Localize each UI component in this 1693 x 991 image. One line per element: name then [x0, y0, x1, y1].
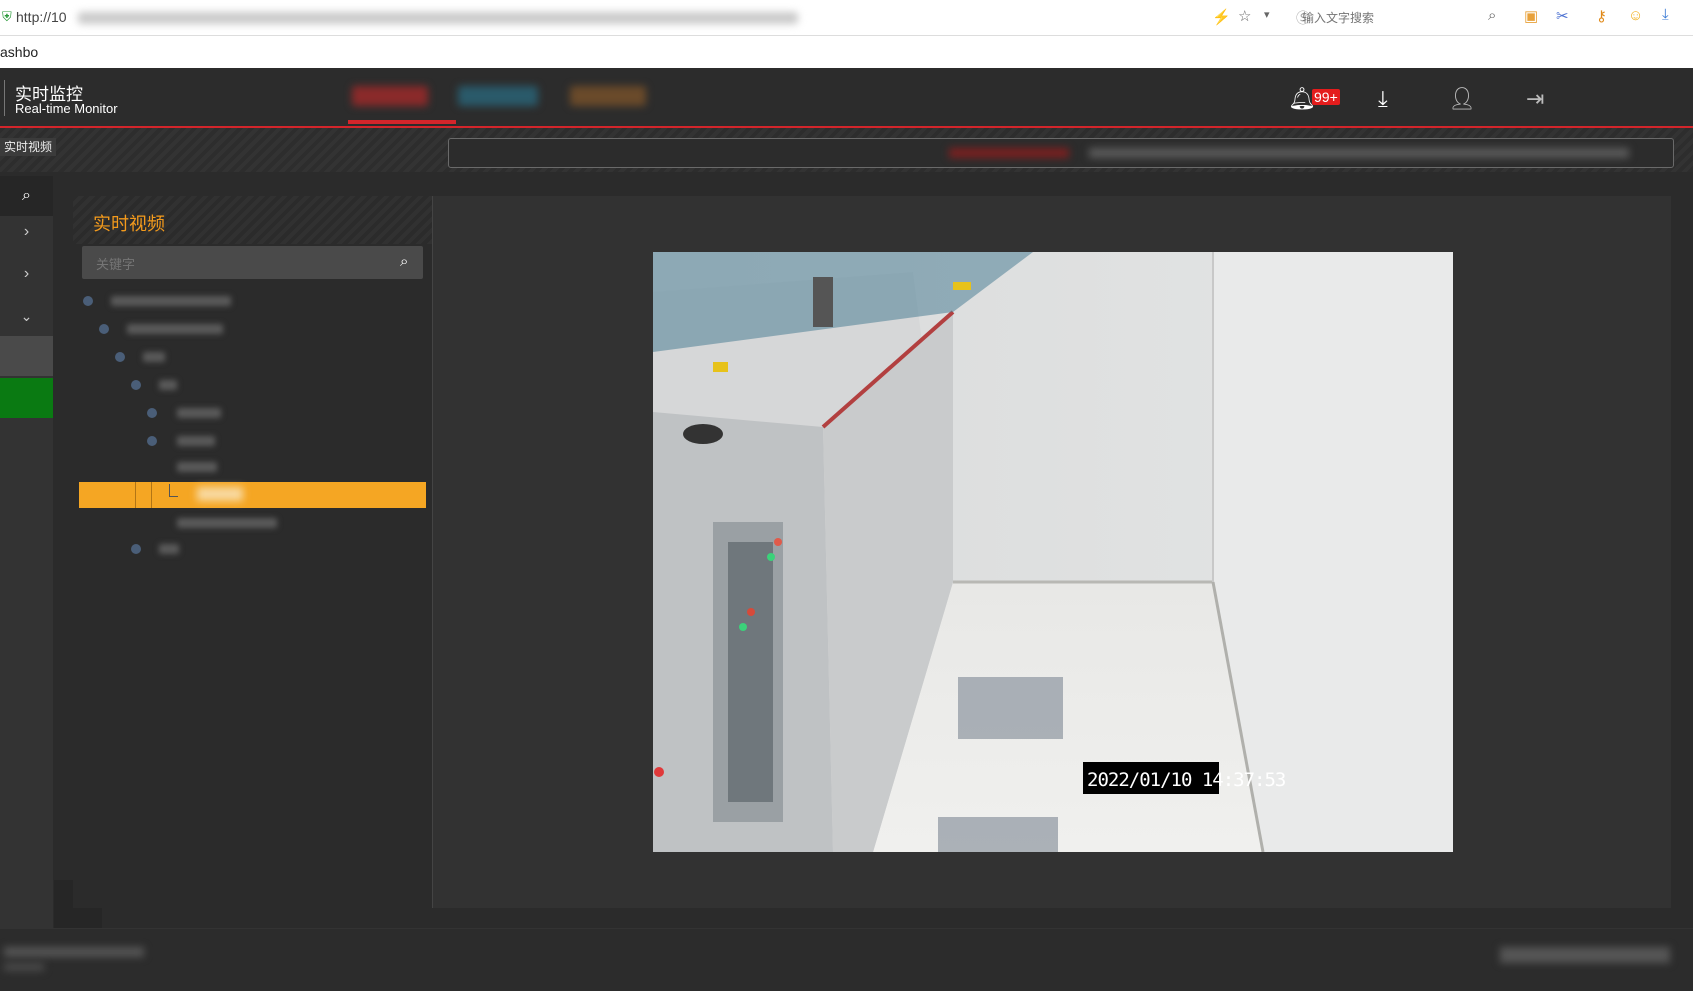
footer: [0, 928, 1693, 991]
tree-title: 实时视频: [93, 214, 165, 234]
bookmark-star-icon[interactable]: ☆: [1238, 7, 1251, 25]
tree-node-label[interactable]: [143, 352, 165, 362]
tree-node-label[interactable]: [159, 380, 177, 390]
tree-node-selected[interactable]: [79, 482, 426, 508]
tree-header: 实时视频: [73, 196, 432, 244]
tree-node-icon[interactable]: [147, 408, 157, 418]
sidebar-expand-chevron-icon[interactable]: ›: [0, 254, 53, 294]
page-subtitle: Real-time Monitor: [15, 101, 118, 116]
nav-tab-2[interactable]: [458, 86, 538, 106]
download-icon[interactable]: ⤓: [1378, 86, 1388, 112]
tree-guide-line: [151, 482, 152, 508]
dropdown-arrow-icon[interactable]: ▾: [1264, 8, 1270, 21]
address-bar-url[interactable]: http://10: [16, 9, 67, 25]
title-divider: [4, 80, 5, 116]
tree-node-label[interactable]: [111, 296, 231, 306]
tree-node-label[interactable]: [177, 462, 217, 472]
sidebar-search-icon[interactable]: ⌕: [0, 176, 53, 216]
tree-node-icon[interactable]: [83, 296, 93, 306]
browser-toolbar: ⛨ http://10 ⚡ ☆ ▾ Ⓢ ⌕ ▣ ✂ ⚷ ☺ ⤓: [0, 0, 1693, 36]
tree-search-box: ⌕: [82, 246, 423, 279]
tree-search-input[interactable]: [94, 254, 378, 274]
tree-node-label[interactable]: [159, 544, 179, 554]
tree-node-icon[interactable]: [147, 436, 157, 446]
url-redacted: [78, 12, 798, 24]
sidebar-expand-chevron-icon[interactable]: ›: [0, 212, 53, 252]
user-icon[interactable]: 👤︎: [1448, 86, 1476, 112]
tree-node-icon[interactable]: [131, 380, 141, 390]
search-icon[interactable]: ⌕: [400, 253, 408, 270]
breadcrumb-label: 实时视频: [0, 138, 57, 156]
browser-search-input[interactable]: [1300, 7, 1514, 29]
sidebar-item-active[interactable]: [0, 378, 53, 418]
bookmarks-bar: ashbo: [0, 36, 1693, 69]
notification-badge: 99+: [1312, 89, 1340, 105]
video-timestamp-text: 2022/01/10 14:37:53: [1087, 769, 1286, 791]
sidebar-item[interactable]: [0, 336, 53, 376]
lightning-icon[interactable]: ⚡: [1212, 8, 1231, 26]
tree-node-label[interactable]: [177, 518, 277, 528]
tree-guide-line: [135, 482, 136, 508]
tree-node-icon[interactable]: [131, 544, 141, 554]
tree-node-label[interactable]: [177, 436, 215, 446]
nav-active-indicator: [348, 120, 456, 124]
nav-tab-3[interactable]: [570, 86, 646, 106]
tree-node-label[interactable]: [127, 324, 223, 334]
tree-node-label[interactable]: [177, 408, 221, 418]
notice-marquee: [448, 138, 1674, 168]
tree-branch-line: [169, 484, 178, 497]
footer-logo-redacted: [1500, 947, 1670, 963]
camera-frame-image: 2022/01/10 14:37:53: [653, 252, 1453, 852]
extension-icon[interactable]: ▣: [1524, 7, 1538, 25]
key-icon[interactable]: ⚷: [1596, 7, 1607, 25]
breadcrumb-bar: 实时视频: [0, 128, 1693, 172]
notice-redacted-2: [1089, 148, 1629, 158]
tree-node-icon[interactable]: [115, 352, 125, 362]
sidebar-collapse-chevron-icon[interactable]: ⌄: [0, 296, 53, 336]
tree-node-icon[interactable]: [99, 324, 109, 334]
live-video-feed[interactable]: 2022/01/10 14:37:53: [653, 252, 1453, 852]
tree-node-label: [197, 487, 243, 501]
nav-tab-1[interactable]: [352, 86, 428, 106]
device-tree-panel: 实时视频 ⌕: [73, 196, 432, 908]
left-sidebar: ⌕ › › ⌄: [0, 176, 53, 928]
bookmark-item[interactable]: ashbo: [0, 44, 38, 60]
smiley-icon[interactable]: ☺: [1628, 7, 1643, 24]
app-header: 实时监控 Real-time Monitor 🔔︎ 99+ ⤓ 👤︎ ⇥: [0, 68, 1693, 128]
logout-icon[interactable]: ⇥: [1526, 86, 1544, 112]
notice-redacted-1: [949, 148, 1069, 158]
scissors-icon[interactable]: ✂: [1556, 7, 1569, 25]
footer-text-redacted: [4, 947, 144, 957]
footer-text-redacted: [4, 963, 44, 971]
download-arrow-icon[interactable]: ⤓: [1662, 6, 1669, 23]
search-icon[interactable]: ⌕: [1488, 7, 1496, 24]
secure-shield-icon: ⛨: [2, 9, 12, 24]
